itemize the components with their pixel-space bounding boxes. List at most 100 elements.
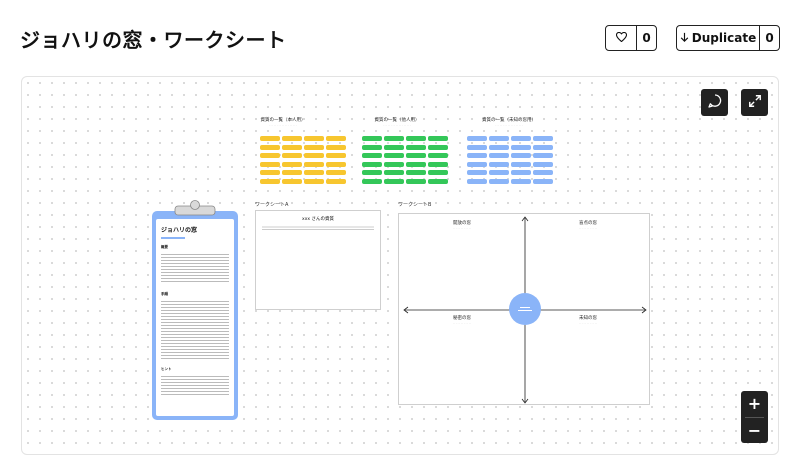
quality-tag[interactable]: [406, 136, 426, 141]
quality-tag[interactable]: [260, 136, 280, 141]
quadrant-open-title: 開放の窓: [453, 221, 471, 226]
clipboard-note[interactable]: ジョハリの窓 概要 手順 ヒント: [152, 200, 238, 420]
quality-tag[interactable]: [533, 144, 553, 150]
quality-tag[interactable]: [467, 153, 487, 158]
quality-tag[interactable]: [489, 178, 509, 184]
quality-tag[interactable]: [326, 136, 346, 141]
worksheet-b-card[interactable]: 開放の窓 · · · · · · · · · · · · 盲点の窓 · · · …: [398, 213, 650, 405]
quadrant-hidden-title: 秘密の窓: [453, 316, 471, 321]
quality-tag[interactable]: [467, 144, 487, 150]
quality-tag[interactable]: [282, 144, 302, 150]
duplicate-button-group[interactable]: Duplicate 0: [676, 25, 780, 51]
quality-tag[interactable]: [304, 144, 324, 150]
quality-tag[interactable]: [384, 136, 404, 141]
quadrant-blind-sub: · · · · · · · · · · · ·: [578, 227, 598, 230]
comment-icon: [707, 93, 723, 113]
quality-tag[interactable]: [406, 144, 426, 150]
quality-tag[interactable]: [362, 144, 382, 150]
quality-tag[interactable]: [467, 170, 487, 175]
quality-tag[interactable]: [304, 178, 324, 184]
quality-tag[interactable]: [326, 161, 346, 167]
quality-tag[interactable]: [533, 161, 553, 167]
quality-tag[interactable]: [326, 153, 346, 158]
duplicate-button[interactable]: Duplicate: [677, 26, 759, 50]
quadrant-unknown-sub: · · · · · · · · · · · ·: [578, 322, 598, 325]
quality-tag[interactable]: [260, 144, 280, 150]
quadrant-open-sub: · · · · · · · · · · · ·: [452, 227, 472, 230]
quality-tag[interactable]: [533, 178, 553, 184]
quality-tag[interactable]: [533, 170, 553, 175]
quality-tag[interactable]: [362, 136, 382, 141]
quality-tag[interactable]: [304, 153, 324, 158]
quality-tag[interactable]: [428, 144, 448, 150]
quality-tag[interactable]: [384, 178, 404, 184]
quality-tag[interactable]: [428, 170, 448, 175]
quality-tag[interactable]: [489, 153, 509, 158]
quality-tag[interactable]: [384, 161, 404, 167]
quality-tag[interactable]: [406, 161, 426, 167]
quality-tag[interactable]: [282, 153, 302, 158]
quality-tag[interactable]: [467, 161, 487, 167]
quality-tag[interactable]: [282, 170, 302, 175]
quality-tag[interactable]: [362, 178, 382, 184]
like-button[interactable]: [606, 26, 636, 50]
clipboard-section-steps: 手順: [161, 292, 168, 296]
quality-tag[interactable]: [489, 170, 509, 175]
quality-tag[interactable]: [260, 178, 280, 184]
clipboard-text-block: [161, 299, 229, 359]
quality-tag[interactable]: [428, 136, 448, 141]
quality-tag[interactable]: [511, 144, 531, 150]
quality-tag[interactable]: [384, 170, 404, 175]
quality-tag[interactable]: [489, 144, 509, 150]
quality-tag[interactable]: [511, 136, 531, 141]
worksheet-a-card[interactable]: xxx さんの資質: [255, 210, 381, 310]
quality-tag[interactable]: [533, 153, 553, 158]
quality-tag[interactable]: [406, 178, 426, 184]
quality-tag[interactable]: [260, 170, 280, 175]
quality-tag[interactable]: [326, 170, 346, 175]
quality-tag[interactable]: [282, 178, 302, 184]
duplicate-label: Duplicate: [691, 31, 757, 45]
quality-tag[interactable]: [489, 136, 509, 141]
tag-grid-others: [362, 136, 448, 184]
clipboard-text-block: [161, 252, 229, 284]
quality-tag[interactable]: [326, 144, 346, 150]
quality-tag[interactable]: [406, 153, 426, 158]
quality-tag[interactable]: [362, 170, 382, 175]
quality-tag[interactable]: [511, 170, 531, 175]
quality-tag[interactable]: [282, 136, 302, 141]
clipboard-clip-icon: [174, 200, 216, 216]
quality-tag[interactable]: [362, 153, 382, 158]
quality-tag[interactable]: [362, 161, 382, 167]
quality-tag[interactable]: [406, 170, 426, 175]
quality-tag[interactable]: [282, 161, 302, 167]
quality-tag[interactable]: [260, 153, 280, 158]
quality-tag[interactable]: [428, 153, 448, 158]
quality-tag[interactable]: [467, 136, 487, 141]
quality-tag[interactable]: [304, 170, 324, 175]
quality-tag[interactable]: [533, 136, 553, 141]
board-canvas[interactable]: + − 資質の一覧（本人用） · · · · · · · · · · · · ·…: [21, 76, 779, 455]
quadrant-blind-title: 盲点の窓: [579, 221, 597, 226]
zoom-controls: + −: [741, 391, 768, 443]
quality-tag[interactable]: [511, 178, 531, 184]
quality-tag[interactable]: [326, 178, 346, 184]
quality-tag[interactable]: [489, 161, 509, 167]
quality-tag[interactable]: [384, 144, 404, 150]
zoom-out-button[interactable]: −: [741, 418, 768, 444]
quality-tag[interactable]: [428, 178, 448, 184]
quality-tag[interactable]: [304, 161, 324, 167]
quality-tag[interactable]: [304, 136, 324, 141]
like-button-group[interactable]: 0: [605, 25, 657, 51]
quality-tag[interactable]: [260, 161, 280, 167]
quality-tag[interactable]: [384, 153, 404, 158]
quality-tag[interactable]: [511, 153, 531, 158]
expand-button[interactable]: [741, 89, 768, 116]
comment-button[interactable]: [701, 89, 728, 116]
list-title-self: 資質の一覧（本人用）: [260, 118, 306, 123]
quality-tag[interactable]: [511, 161, 531, 167]
quadrant-hidden-sub: · · · · · · · · · · · ·: [452, 322, 472, 325]
quality-tag[interactable]: [428, 161, 448, 167]
zoom-in-button[interactable]: +: [741, 391, 768, 417]
quality-tag[interactable]: [467, 178, 487, 184]
